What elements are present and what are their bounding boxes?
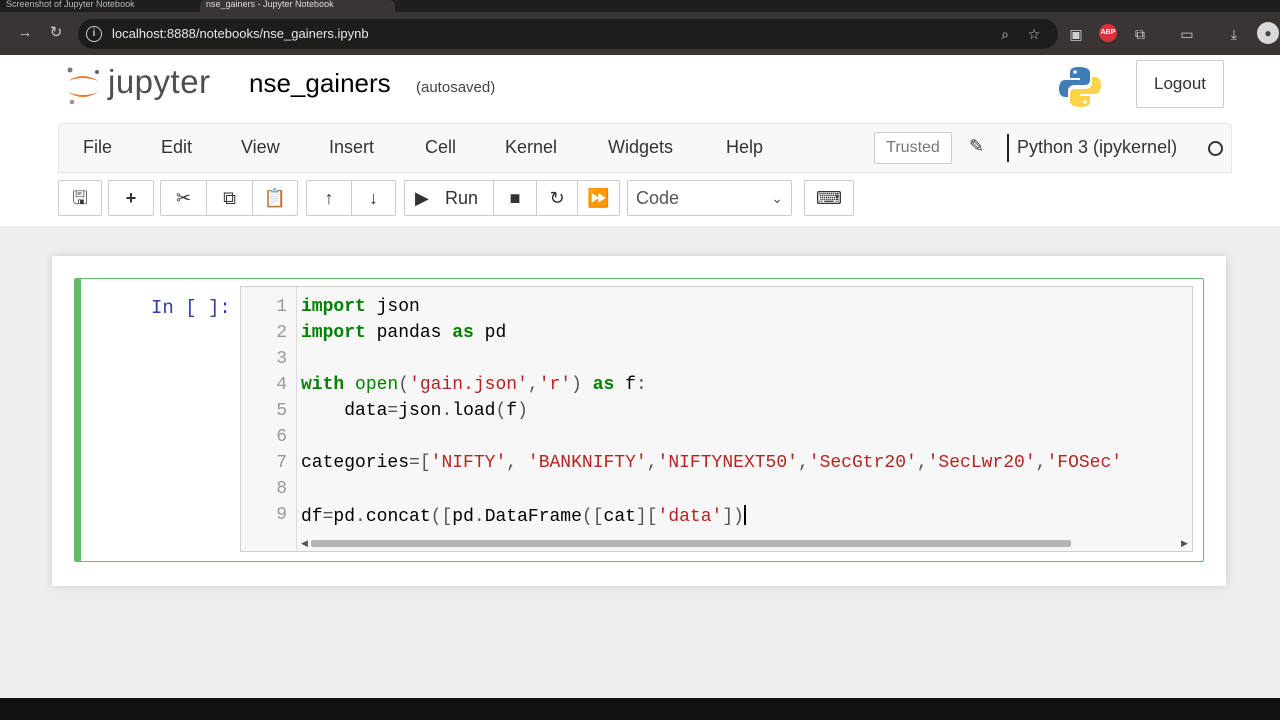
reload-icon[interactable]: ↻ [45,22,67,44]
code-line[interactable]: with open('gain.json','r') as f: [301,375,1192,395]
edit-pencil-icon[interactable]: ✎ [969,136,984,157]
notebook-area: In [ ]: 1 2 3 4 5 6 7 8 9 import json im… [0,226,1280,698]
jupyter-logo-icon[interactable] [64,66,102,106]
url-text[interactable]: localhost:8888/notebooks/nse_gainers.ipy… [112,26,369,42]
code-line[interactable]: categories=['NIFTY', 'BANKNIFTY','NIFTYN… [301,453,1192,473]
menu-cell[interactable]: Cell [425,137,456,158]
python-logo-icon [1059,67,1101,107]
scrollbar-thumb[interactable] [311,540,1071,547]
line-number: 2 [276,323,287,343]
site-info-icon[interactable]: i [86,26,102,42]
code-line[interactable]: data=json.load(f) [301,401,1192,421]
line-number: 6 [276,427,287,447]
browser-tabstrip: Screenshot of Jupyter Notebook nse_gaine… [0,0,1280,12]
browser-tab[interactable]: Screenshot of Jupyter Notebook [0,0,160,12]
plus-icon: + [125,188,137,208]
line-number: 4 [276,375,287,395]
menu-insert[interactable]: Insert [329,137,374,158]
restart-icon[interactable]: ↻ [537,181,577,215]
autosave-status: (autosaved) [416,79,496,96]
trusted-badge[interactable]: Trusted [874,132,952,164]
toolbar: 🖫 + ✂ ⧉ 📋 ↑ ↓ ▶ Run ■ ↻ ⏩ Code ⌄ ⌨ [0,173,1280,226]
sidepanel-icon[interactable]: ▭ [1177,24,1197,44]
forward-icon[interactable]: → [14,22,36,44]
line-number: 1 [276,297,287,317]
cell-type-value: Code [636,188,680,208]
insert-cell-button[interactable]: + [108,180,154,216]
cut-copy-paste-group: ✂ ⧉ 📋 [160,180,298,216]
download-icon[interactable]: ⤓ [1224,24,1244,44]
menu-widgets[interactable]: Widgets [608,137,673,158]
url-bar[interactable]: i localhost:8888/notebooks/nse_gainers.i… [78,19,1058,49]
extension-icon[interactable]: ▣ [1066,24,1086,44]
play-icon: ▶ [415,188,429,208]
save-button[interactable]: 🖫 [58,180,102,216]
input-prompt: In [ ]: [151,297,231,319]
profile-avatar[interactable]: ● [1257,22,1279,44]
arrow-up-icon[interactable]: ↑ [307,181,351,215]
keyboard-icon: ⌨ [816,188,842,208]
scroll-right-icon[interactable]: ▶ [1181,536,1188,550]
code-editor[interactable]: 1 2 3 4 5 6 7 8 9 import json import pan… [240,286,1193,552]
fast-forward-icon[interactable]: ⏩ [578,181,619,215]
notebook-container: In [ ]: 1 2 3 4 5 6 7 8 9 import json im… [52,256,1226,586]
menubar: File Edit View Insert Cell Kernel Widget… [58,123,1232,173]
menu-help[interactable]: Help [726,137,763,158]
paste-icon[interactable]: 📋 [253,181,297,215]
line-number-gutter: 1 2 3 4 5 6 7 8 9 [241,287,297,551]
horizontal-scrollbar[interactable]: ◀ ▶ [301,536,1191,550]
cut-icon[interactable]: ✂ [161,181,206,215]
zoom-icon[interactable]: ⌕ [995,24,1015,44]
notebook-title[interactable]: nse_gainers [249,68,391,99]
jupyter-logo-text[interactable]: jupyter [108,63,211,101]
kernel-divider [1007,134,1009,162]
text-cursor [743,505,746,525]
code-line[interactable]: import json [301,297,1192,317]
menu-kernel[interactable]: Kernel [505,137,557,158]
line-number: 9 [276,505,287,525]
adblock-icon[interactable]: ABP [1099,24,1117,42]
line-number: 3 [276,349,287,369]
move-cell-group: ↑ ↓ [306,180,396,216]
menu-view[interactable]: View [241,137,280,158]
scroll-left-icon[interactable]: ◀ [301,536,308,550]
notebook-header: jupyter nse_gainers (autosaved) Logout [0,55,1280,123]
browser-address-bar: → ↻ i localhost:8888/notebooks/nse_gaine… [0,12,1280,55]
menubar-container: File Edit View Insert Cell Kernel Widget… [0,123,1280,173]
command-palette-button[interactable]: ⌨ [804,180,854,216]
menu-edit[interactable]: Edit [161,137,192,158]
run-button[interactable]: ▶ Run [405,181,493,215]
extensions-puzzle-icon[interactable]: ⧉ [1130,24,1150,44]
code-line[interactable]: df=pd.concat([pd.DataFrame([cat]['data']… [301,505,1192,527]
save-icon: 🖫 [72,188,88,208]
run-label: Run [445,188,479,208]
kernel-name[interactable]: Python 3 (ipykernel) [1017,137,1177,158]
run-controls-group: ▶ Run ■ ↻ ⏩ [404,180,620,216]
stop-icon[interactable]: ■ [494,181,536,215]
line-number: 5 [276,401,287,421]
line-number: 7 [276,453,287,473]
line-number: 8 [276,479,287,499]
kernel-idle-indicator-icon [1208,141,1223,156]
bookmark-star-icon[interactable]: ☆ [1024,24,1044,44]
bottom-bar [0,698,1280,720]
arrow-down-icon[interactable]: ↓ [352,181,395,215]
menu-file[interactable]: File [83,137,112,158]
chevron-down-icon: ⌄ [771,190,783,206]
browser-tab-active[interactable]: nse_gainers - Jupyter Notebook [200,0,395,12]
cell-type-select[interactable]: Code ⌄ [627,180,792,216]
logout-button[interactable]: Logout [1136,60,1224,108]
code-line[interactable]: import pandas as pd [301,323,1192,343]
copy-icon[interactable]: ⧉ [207,181,252,215]
code-cell[interactable]: In [ ]: 1 2 3 4 5 6 7 8 9 import json im… [74,278,1204,562]
